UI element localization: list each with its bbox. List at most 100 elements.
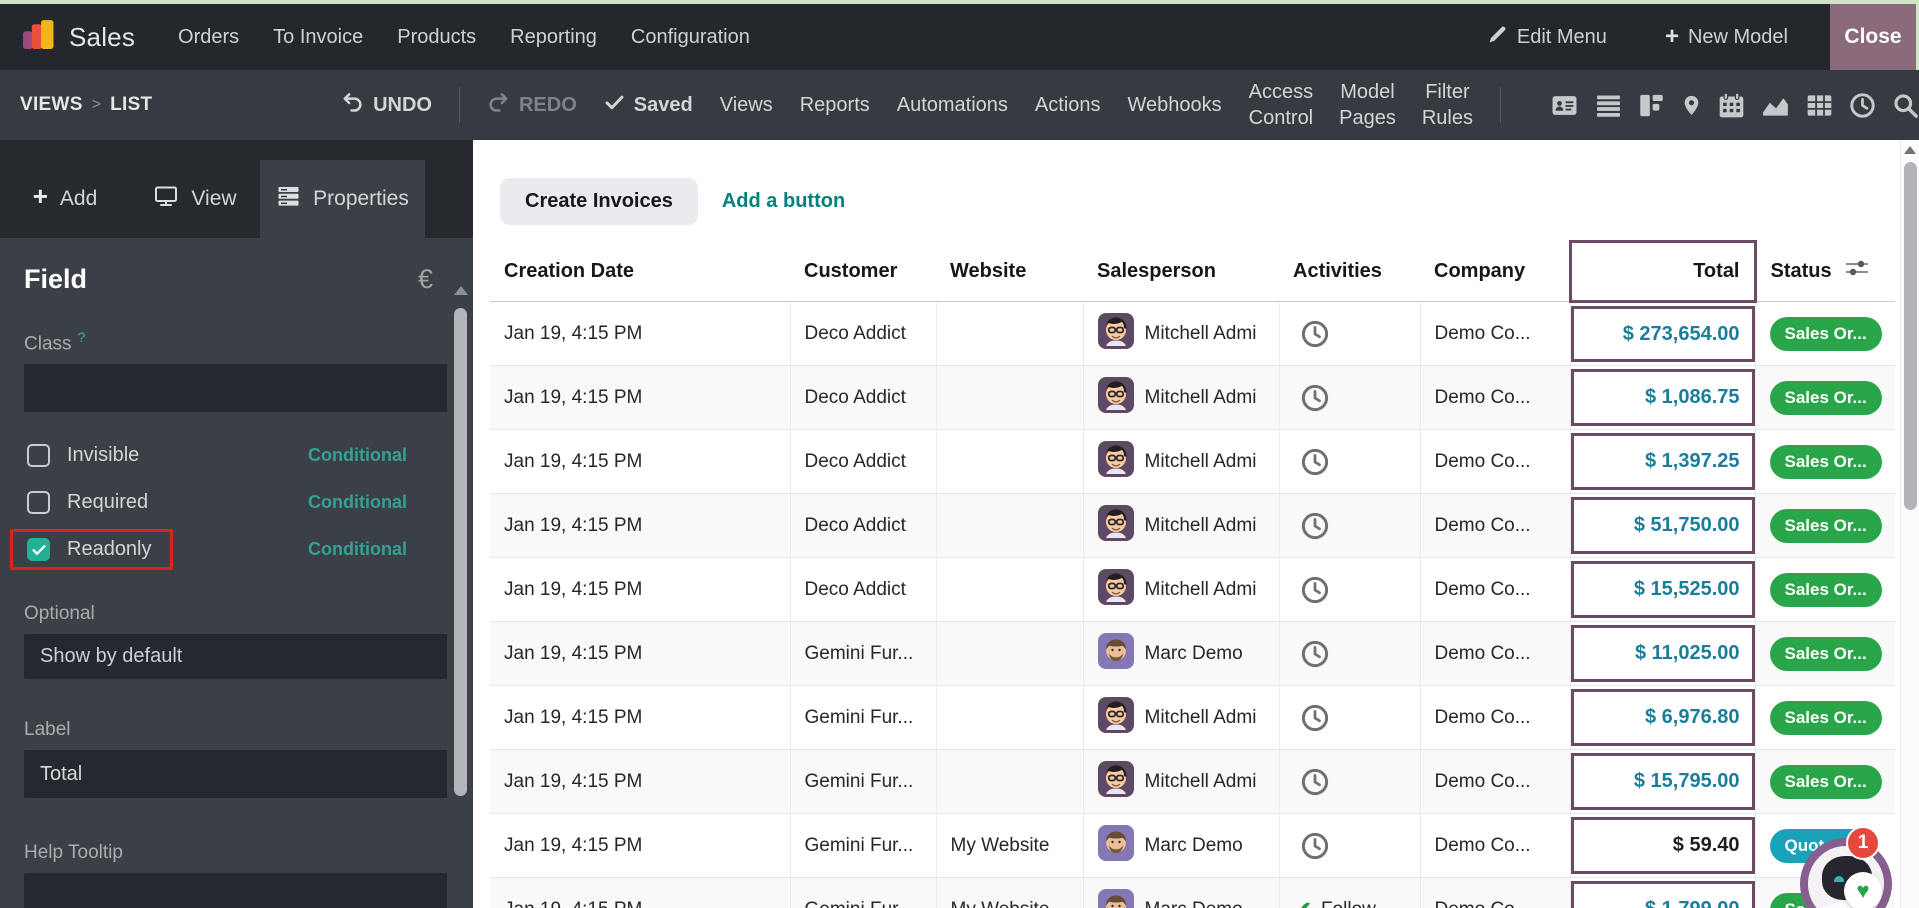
activity-clock-icon[interactable]	[1294, 575, 1330, 605]
cell-customer[interactable]: Deco Addict	[790, 365, 937, 430]
cell-company[interactable]: Demo Co...	[1420, 685, 1571, 750]
cell-website[interactable]	[936, 557, 1084, 622]
column-header-activities[interactable]: Activities	[1279, 241, 1420, 302]
cell-activities[interactable]	[1279, 813, 1421, 878]
contact-card-view-icon[interactable]	[1550, 93, 1579, 118]
cell-website[interactable]	[936, 493, 1084, 558]
class-input[interactable]	[24, 364, 447, 413]
cell-activities[interactable]	[1279, 429, 1421, 494]
sidebar-tab-properties[interactable]: Properties	[260, 160, 425, 238]
cell-activities[interactable]	[1279, 685, 1421, 750]
cell-website[interactable]: My Website	[936, 877, 1084, 908]
sidebar-tab-view[interactable]: View	[130, 160, 260, 238]
cell-company[interactable]: Demo Co...	[1420, 557, 1571, 622]
cell-activities[interactable]	[1279, 301, 1421, 366]
studio-tab-access-control[interactable]: Access Control	[1249, 79, 1313, 131]
new-model-button[interactable]: + New Model	[1665, 25, 1788, 49]
cell-customer[interactable]: Gemini Fur...	[790, 877, 937, 908]
cell-creation-date[interactable]: Jan 19, 4:15 PM	[490, 813, 791, 878]
create-invoices-button[interactable]: Create Invoices	[500, 178, 698, 225]
cell-total[interactable]: $ 15,795.00	[1570, 749, 1756, 814]
cell-customer[interactable]: Gemini Fur...	[790, 749, 937, 814]
main-scrollbar-thumb[interactable]	[1904, 162, 1917, 510]
cell-status[interactable]: Sales Or...	[1755, 429, 1895, 494]
cell-activities[interactable]	[1279, 557, 1421, 622]
cell-website[interactable]	[936, 749, 1084, 814]
column-header-salesperson[interactable]: Salesperson	[1083, 241, 1279, 302]
add-a-button-link[interactable]: Add a button	[722, 190, 845, 213]
cell-total[interactable]: $ 1,086.75	[1570, 365, 1756, 430]
studio-tab-filter-rules[interactable]: Filter Rules	[1422, 79, 1473, 131]
cell-company[interactable]: Demo Co...	[1420, 813, 1571, 878]
cell-creation-date[interactable]: Jan 19, 4:15 PM	[490, 621, 791, 686]
cell-customer[interactable]: Deco Addict	[790, 429, 937, 494]
column-header-company[interactable]: Company	[1420, 241, 1570, 302]
cell-salesperson[interactable]: Mitchell Admi	[1083, 301, 1280, 366]
cell-website[interactable]	[936, 621, 1084, 686]
kanban-view-icon[interactable]	[1638, 92, 1665, 119]
cell-total[interactable]: $ 6,976.80	[1570, 685, 1756, 750]
sidebar-scrollbar-thumb[interactable]	[454, 308, 467, 796]
cell-status[interactable]: Sales Or...	[1755, 493, 1895, 558]
cell-status[interactable]: Sales Or...	[1755, 749, 1895, 814]
unread-count-badge[interactable]: 1	[1846, 826, 1880, 860]
breadcrumb-views[interactable]: VIEWS	[20, 94, 83, 116]
cell-company[interactable]: Demo Co...	[1420, 429, 1571, 494]
cell-creation-date[interactable]: Jan 19, 4:15 PM	[490, 749, 791, 814]
cell-salesperson[interactable]: Mitchell Admi	[1083, 685, 1280, 750]
activity-clock-icon[interactable]	[1294, 767, 1330, 797]
cell-customer[interactable]: Deco Addict	[790, 557, 937, 622]
cell-customer[interactable]: Gemini Fur...	[790, 685, 937, 750]
studio-tab-actions[interactable]: Actions	[1035, 94, 1101, 117]
activity-clock-icon[interactable]	[1294, 831, 1330, 861]
help-tooltip-input[interactable]	[24, 873, 447, 908]
studio-tab-automations[interactable]: Automations	[897, 94, 1008, 117]
studio-tab-views[interactable]: Views	[720, 94, 773, 117]
activity-clock-icon[interactable]	[1294, 319, 1330, 349]
cell-customer[interactable]: Gemini Fur...	[790, 813, 937, 878]
activity-clock-icon[interactable]	[1294, 639, 1330, 669]
nav-menu-to-invoice[interactable]: To Invoice	[256, 26, 380, 49]
nav-menu-products[interactable]: Products	[380, 26, 493, 49]
cell-company[interactable]: Demo Co...	[1420, 493, 1571, 558]
cell-creation-date[interactable]: Jan 19, 4:15 PM	[490, 429, 791, 494]
help-question-icon[interactable]: ?	[78, 329, 86, 345]
column-settings-icon[interactable]	[1844, 257, 1870, 285]
cell-salesperson[interactable]: Mitchell Admi	[1083, 749, 1280, 814]
cell-total[interactable]: $ 15,525.00	[1570, 557, 1756, 622]
cell-creation-date[interactable]: Jan 19, 4:15 PM	[490, 493, 791, 558]
activity-clock-icon[interactable]	[1294, 383, 1330, 413]
cell-company[interactable]: Demo Co...	[1420, 749, 1571, 814]
cell-customer[interactable]: Deco Addict	[790, 493, 937, 558]
cell-salesperson[interactable]: Mitchell Admi	[1083, 493, 1280, 558]
cell-creation-date[interactable]: Jan 19, 4:15 PM	[490, 365, 791, 430]
cell-status[interactable]: Sales Or...	[1755, 301, 1895, 366]
cell-status[interactable]: Sales Or...	[1755, 685, 1895, 750]
studio-tab-model-pages[interactable]: Model Pages	[1339, 79, 1396, 131]
optional-select[interactable]: Show by default	[24, 634, 447, 680]
conditional-link-required[interactable]: Conditional	[308, 492, 407, 513]
list-view-icon[interactable]	[1595, 93, 1622, 118]
studio-tab-webhooks[interactable]: Webhooks	[1128, 94, 1222, 117]
cell-creation-date[interactable]: Jan 19, 4:15 PM	[490, 301, 791, 366]
studio-tab-reports[interactable]: Reports	[800, 94, 870, 117]
map-pin-view-icon[interactable]	[1681, 92, 1702, 119]
undo-button[interactable]: UNDO	[341, 91, 432, 120]
cell-company[interactable]: Demo Co...	[1420, 301, 1571, 366]
cell-salesperson[interactable]: Mitchell Admi	[1083, 365, 1280, 430]
scroll-up-arrow-icon[interactable]	[1904, 146, 1916, 154]
cell-total[interactable]: $ 1,397.25	[1570, 429, 1756, 494]
nav-menu-orders[interactable]: Orders	[161, 26, 256, 49]
nav-menu-configuration[interactable]: Configuration	[614, 26, 767, 49]
cell-company[interactable]: Demo Co...	[1420, 877, 1571, 908]
cell-salesperson[interactable]: Mitchell Admi	[1083, 429, 1280, 494]
column-header-creation-date[interactable]: Creation Date	[490, 241, 790, 302]
activity-clock-icon[interactable]	[1294, 511, 1330, 541]
close-button[interactable]: Close	[1830, 4, 1916, 70]
cell-status[interactable]: Sales Or...	[1755, 557, 1895, 622]
cell-website[interactable]: My Website	[936, 813, 1084, 878]
cell-activities[interactable]	[1279, 621, 1421, 686]
activity-clock-icon[interactable]	[1294, 447, 1330, 477]
scroll-up-arrow-icon[interactable]	[453, 286, 468, 295]
cell-company[interactable]: Demo Co...	[1420, 621, 1571, 686]
